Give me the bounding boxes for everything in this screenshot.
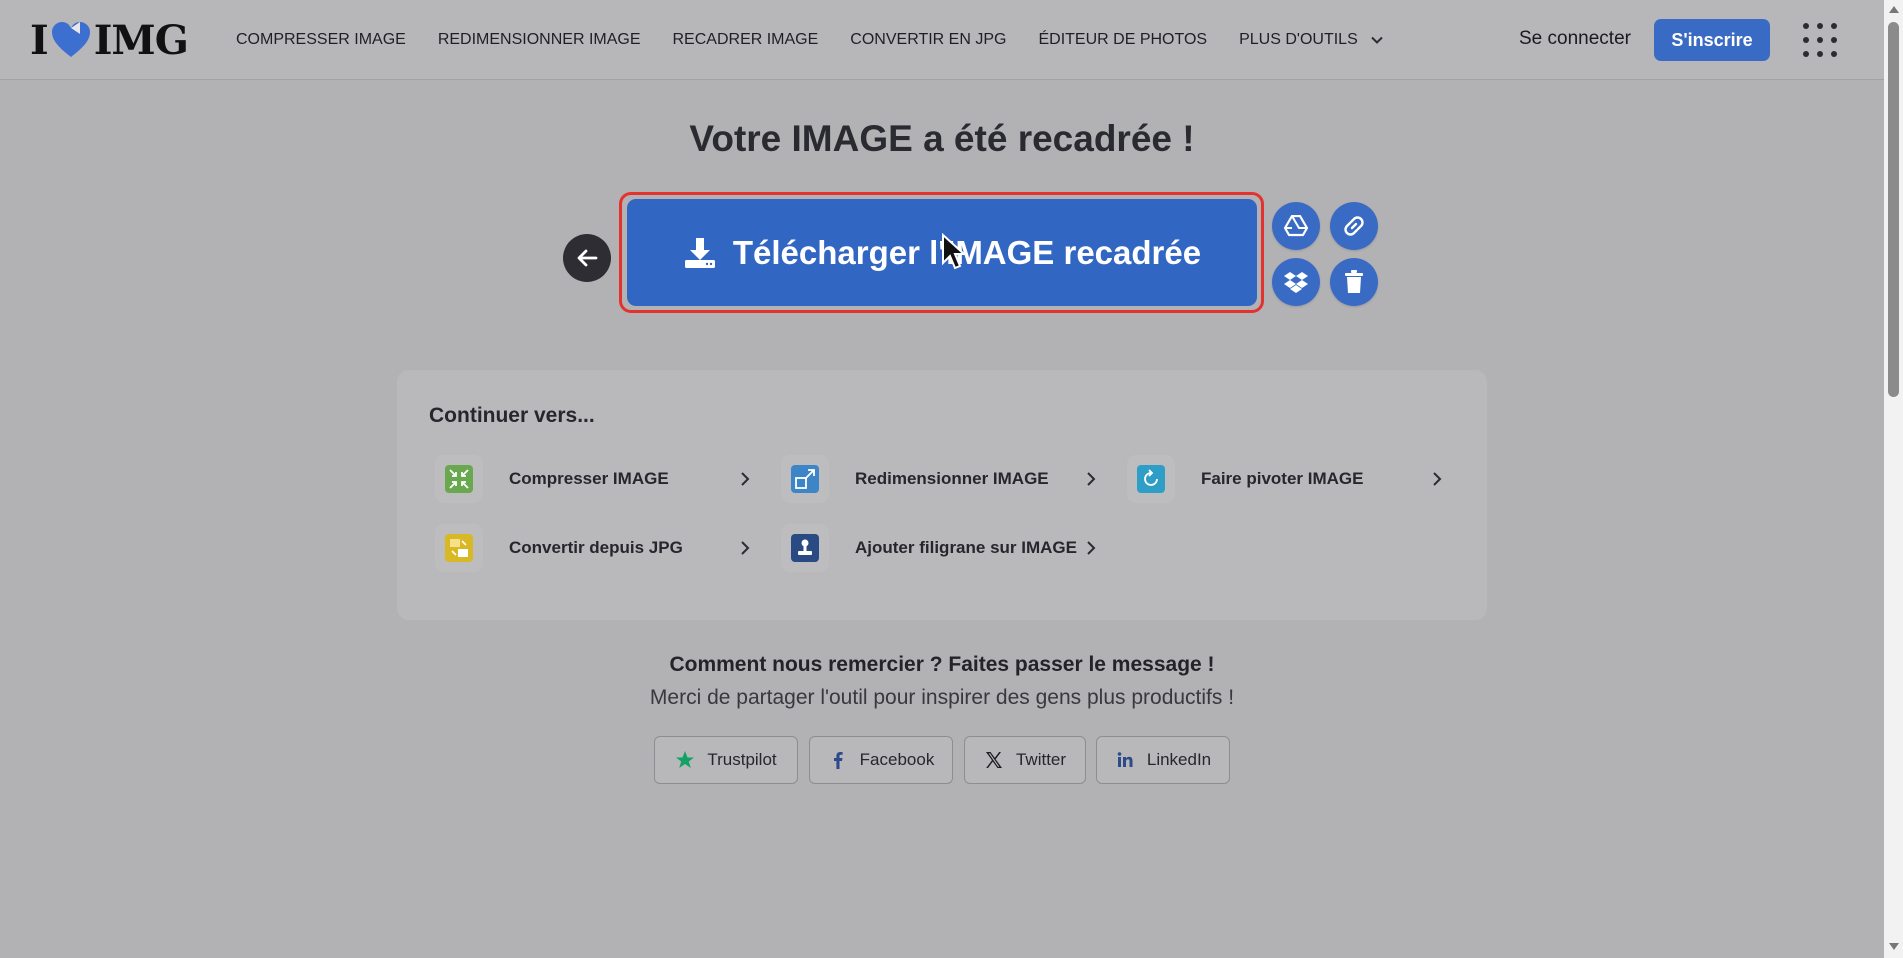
nav-crop[interactable]: RECADRER IMAGE — [673, 31, 819, 49]
dropbox-button[interactable] — [1272, 258, 1320, 306]
scroll-down-arrow-icon[interactable] — [1889, 943, 1899, 950]
continue-tool-watermark[interactable]: Ajouter filigrane sur IMAGE — [781, 524, 1101, 572]
share-title: Comment nous remercier ? Faites passer l… — [669, 653, 1215, 676]
continue-title: Continuer vers... — [429, 404, 595, 427]
scrollbar-thumb[interactable] — [1888, 22, 1899, 397]
header: I IMG COMPRESSER IMAGE REDIMENSIONNER IM… — [0, 0, 1884, 80]
tool-label: Ajouter filigrane sur IMAGE — [855, 538, 1077, 557]
trustpilot-star-icon — [676, 751, 695, 768]
share-twitter-button[interactable]: Twitter — [964, 736, 1086, 784]
chevron-right-icon — [741, 541, 750, 555]
heart-logo-icon — [51, 22, 90, 57]
google-drive-button[interactable] — [1272, 202, 1320, 250]
share-label: Facebook — [859, 750, 935, 769]
dropbox-icon — [1284, 272, 1308, 293]
page-scrollbar[interactable] — [1884, 0, 1903, 958]
tool-label: Convertir depuis JPG — [509, 538, 683, 557]
share-label: Twitter — [1015, 750, 1067, 769]
tool-icon-box — [1127, 455, 1175, 503]
back-button[interactable] — [563, 234, 611, 282]
link-icon — [1344, 216, 1364, 236]
share-label: Trustpilot — [707, 750, 777, 769]
logo-text-right: IMG — [93, 16, 189, 64]
trash-icon — [1345, 270, 1363, 293]
nav-convert-jpg[interactable]: CONVERTIR EN JPG — [850, 31, 1006, 49]
share-subtitle: Merci de partager l'outil pour inspirer … — [649, 686, 1235, 709]
share-facebook-button[interactable]: Facebook — [809, 736, 953, 784]
continue-tool-compress[interactable]: Compresser IMAGE — [435, 455, 755, 503]
rotate-icon — [1137, 465, 1165, 493]
logo[interactable]: I IMG — [30, 17, 189, 64]
chevron-right-icon — [741, 472, 750, 486]
apps-grid-icon[interactable] — [1803, 23, 1837, 57]
share-linkedin-button[interactable]: LinkedIn — [1096, 736, 1230, 784]
delete-button[interactable] — [1330, 258, 1378, 306]
chevron-right-icon — [1087, 541, 1096, 555]
login-link[interactable]: Se connecter — [1519, 28, 1631, 50]
facebook-icon — [833, 752, 843, 769]
scroll-up-arrow-icon[interactable] — [1889, 6, 1899, 13]
chevron-right-icon — [1433, 472, 1442, 486]
continue-card: Continuer vers... Compresser IMAGE Redim… — [397, 370, 1487, 620]
compress-icon — [445, 465, 473, 493]
logo-text-left: I — [30, 16, 49, 64]
nav-photo-editor[interactable]: ÉDITEUR DE PHOTOS — [1038, 31, 1207, 49]
google-drive-icon — [1284, 215, 1308, 237]
convert-icon — [445, 534, 473, 562]
linkedin-icon — [1117, 752, 1133, 767]
watermark-stamp-icon — [791, 534, 819, 562]
nav-more-tools[interactable]: PLUS D'OUTILS — [1239, 31, 1384, 49]
signup-button[interactable]: S'inscrire — [1654, 19, 1770, 61]
continue-tool-convert-from-jpg[interactable]: Convertir depuis JPG — [435, 524, 755, 572]
page-title: Votre IMAGE a été recadrée ! — [689, 118, 1195, 159]
download-icon — [684, 237, 715, 268]
copy-link-button[interactable] — [1330, 202, 1378, 250]
nav-resize[interactable]: REDIMENSIONNER IMAGE — [438, 31, 641, 49]
share-label: LinkedIn — [1146, 750, 1212, 769]
tool-icon-box — [435, 524, 483, 572]
tool-label: Redimensionner IMAGE — [855, 469, 1049, 488]
chevron-right-icon — [1087, 472, 1096, 486]
continue-tool-rotate[interactable]: Faire pivoter IMAGE — [1127, 455, 1447, 503]
mouse-cursor-icon — [942, 233, 967, 270]
arrow-left-icon — [577, 249, 598, 267]
tool-icon-box — [781, 455, 829, 503]
tool-icon-box — [781, 524, 829, 572]
main-nav: COMPRESSER IMAGE REDIMENSIONNER IMAGE RE… — [236, 0, 1416, 80]
resize-icon — [791, 465, 819, 493]
x-twitter-icon — [985, 752, 1002, 768]
continue-tool-resize[interactable]: Redimensionner IMAGE — [781, 455, 1101, 503]
tool-label: Faire pivoter IMAGE — [1201, 469, 1364, 488]
tool-label: Compresser IMAGE — [509, 469, 669, 488]
nav-more-tools-label: PLUS D'OUTILS — [1239, 31, 1358, 48]
share-trustpilot-button[interactable]: Trustpilot — [654, 736, 798, 784]
chevron-down-icon — [1371, 36, 1383, 44]
tool-icon-box — [435, 455, 483, 503]
nav-compress[interactable]: COMPRESSER IMAGE — [236, 31, 406, 49]
